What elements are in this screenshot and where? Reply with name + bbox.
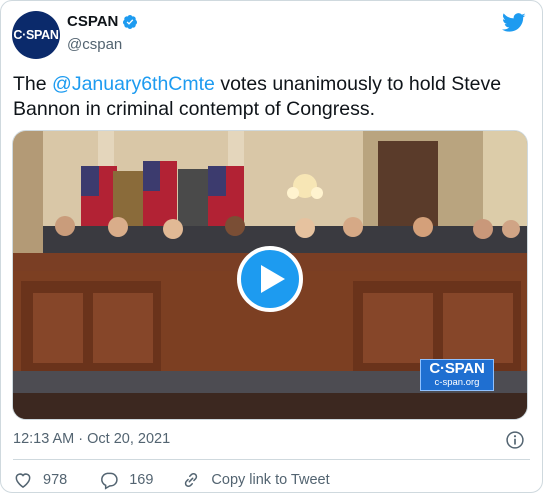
copy-link-button[interactable]: Copy link to Tweet (181, 470, 330, 490)
tweet-text: The @January6thCmte votes unanimously to… (13, 72, 528, 122)
info-icon[interactable] (505, 430, 525, 450)
display-name-text: CSPAN (67, 13, 119, 30)
copy-link-label: Copy link to Tweet (211, 472, 330, 488)
action-bar: 978 169 Copy link to Tweet (13, 470, 330, 490)
like-count: 978 (43, 472, 68, 488)
tweet-text-prefix: The (13, 73, 53, 95)
author-info: CSPAN @cspan (67, 13, 138, 53)
play-icon (261, 265, 285, 293)
display-name[interactable]: CSPAN (67, 13, 138, 30)
tweet-card[interactable]: C·SPAN CSPAN @cspan The @January6thCmte … (0, 0, 543, 493)
like-button[interactable]: 978 (13, 470, 67, 490)
reply-count: 169 (129, 472, 154, 488)
link-icon (185, 472, 198, 488)
video-player[interactable]: C·SPAN c-span.org (12, 130, 528, 420)
cspan-watermark: C·SPAN c-span.org (420, 359, 494, 391)
avatar-logo-text: C·SPAN (13, 28, 59, 42)
twitter-bird-icon[interactable] (502, 13, 526, 33)
watermark-url: c-span.org (434, 377, 480, 388)
play-button[interactable] (237, 246, 303, 312)
divider (13, 459, 530, 460)
handle[interactable]: @cspan (67, 36, 138, 53)
mention-link[interactable]: @January6thCmte (52, 73, 215, 95)
watermark-brand: C·SPAN (429, 360, 485, 377)
reply-icon (101, 472, 118, 490)
timestamp[interactable]: 12:13 AM · Oct 20, 2021 (13, 431, 170, 447)
avatar[interactable]: C·SPAN (12, 11, 60, 59)
heart-icon (15, 473, 31, 488)
verified-badge-icon (123, 14, 138, 29)
reply-button[interactable]: 169 (99, 470, 153, 490)
